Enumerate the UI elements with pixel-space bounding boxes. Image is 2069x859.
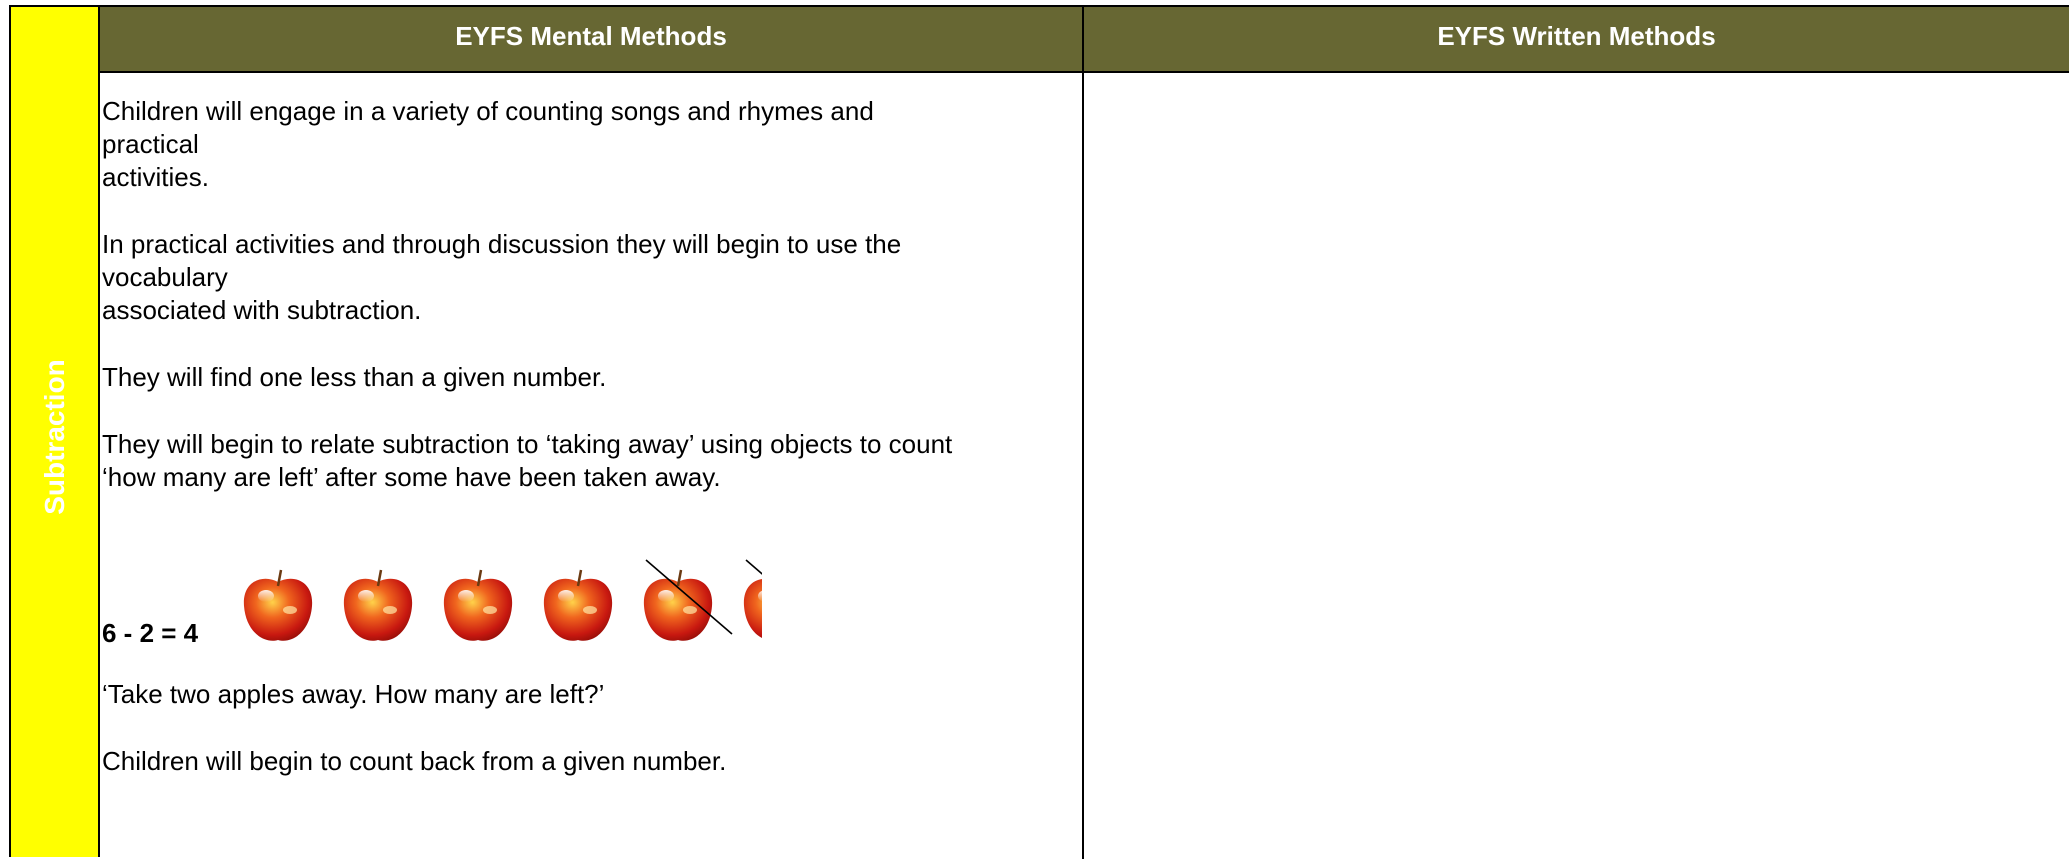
paragraph-one-less: They will find one less than a given num… <box>102 362 607 392</box>
column-divider <box>1082 73 1084 859</box>
apples-example: 6 - 2 = 4 <box>102 552 1082 652</box>
paragraph-take-two-apples: ‘Take two apples away. How many are left… <box>102 679 605 709</box>
subtraction-band: Subtraction <box>11 7 100 857</box>
apple-icon <box>543 569 613 641</box>
paragraph-count-back: Children will begin to count back from a… <box>102 746 727 776</box>
mental-methods-cell: Children will engage in a variety of cou… <box>102 95 1082 812</box>
paragraph-vocabulary: In practical activities and through disc… <box>102 229 902 325</box>
apple-icon <box>343 569 413 641</box>
apple-icon <box>443 569 513 641</box>
subtraction-equation: 6 - 2 = 4 <box>102 618 199 648</box>
table-header: EYFS Mental Methods EYFS Written Methods <box>100 7 2069 73</box>
apples-illustration <box>243 559 762 641</box>
side-label: Subtraction <box>39 359 70 515</box>
paragraph-taking-away: They will begin to relate subtraction to… <box>102 429 953 492</box>
paragraph-counting-songs: Children will engage in a variety of cou… <box>102 96 874 192</box>
header-mental-methods: EYFS Mental Methods <box>100 7 1084 71</box>
header-written-methods: EYFS Written Methods <box>1437 20 1716 51</box>
apple-icon <box>743 579 762 639</box>
apple-icon <box>643 569 713 641</box>
apple-icon <box>243 569 313 641</box>
methods-table: Subtraction EYFS Mental Methods EYFS Wri… <box>9 5 2069 859</box>
